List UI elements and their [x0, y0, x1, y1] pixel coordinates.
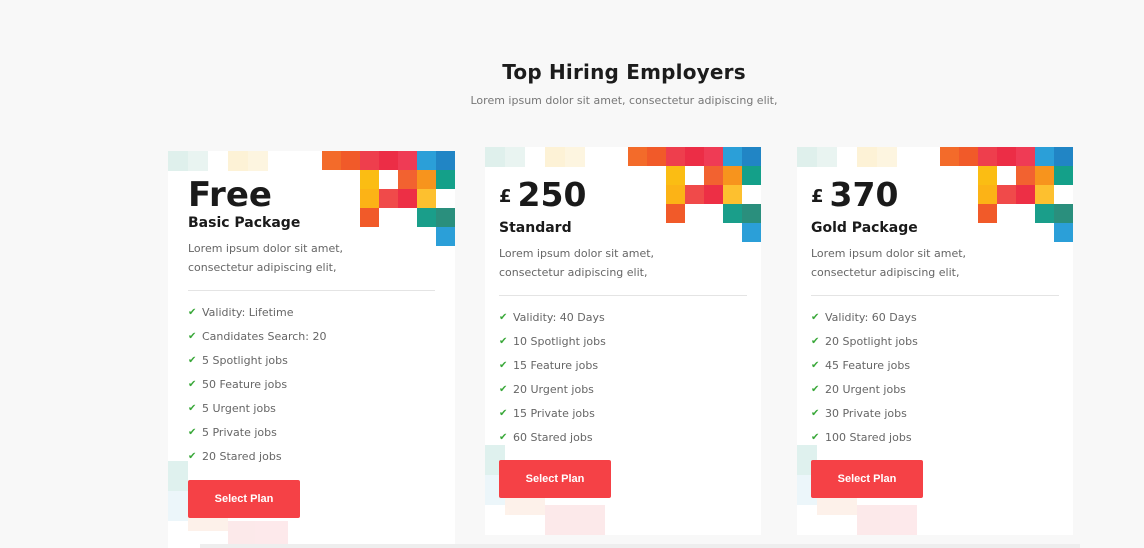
feature-item: ✔ 5 Spotlight jobs [188, 349, 326, 373]
feature-item: ✔ 50 Feature jobs [188, 373, 326, 397]
decorative-pixels-top-left [485, 147, 615, 167]
currency-symbol: £ [499, 186, 512, 207]
plan-name: Standard [499, 220, 572, 236]
feature-list: ✔ Validity: Lifetime ✔ Candidates Search: … [188, 301, 326, 469]
check-icon: ✔ [499, 432, 508, 443]
select-plan-button[interactable]: Select Plan [499, 460, 611, 498]
feature-item: ✔ 20 Stared jobs [188, 445, 326, 469]
feature-item: ✔ 45 Feature jobs [811, 354, 918, 378]
section-subtitle: Lorem ipsum dolor sit amet, consectetur … [470, 94, 778, 107]
feature-item: ✔ Validity: 40 Days [499, 306, 606, 330]
select-plan-button[interactable]: Select Plan [188, 480, 300, 518]
plan-price: £370 [811, 175, 898, 214]
feature-item: ✔ 20 Urgent jobs [499, 378, 606, 402]
decorative-pixels-top-left [797, 147, 927, 167]
feature-item: ✔ 10 Spotlight jobs [499, 330, 606, 354]
feature-item: ✔ 15 Private jobs [499, 402, 606, 426]
check-icon: ✔ [188, 427, 197, 438]
section-title: Top Hiring Employers [502, 60, 746, 84]
check-icon: ✔ [811, 408, 820, 419]
check-icon: ✔ [811, 360, 820, 371]
check-icon: ✔ [811, 312, 820, 323]
check-icon: ✔ [499, 336, 508, 347]
feature-item: ✔ 20 Urgent jobs [811, 378, 918, 402]
decorative-pixels-top-right [295, 151, 455, 251]
plan-name: Basic Package [188, 215, 301, 231]
feature-item: ✔ Validity: 60 Days [811, 306, 918, 330]
check-icon: ✔ [499, 384, 508, 395]
decorative-pixels-top-right [601, 147, 761, 247]
check-icon: ✔ [811, 432, 820, 443]
check-icon: ✔ [188, 379, 197, 390]
plan-description: Lorem ipsum dolor sit amet, consectetur … [188, 242, 344, 274]
feature-item: ✔ 5 Private jobs [188, 421, 326, 445]
plan-description: Lorem ipsum dolor sit amet, consectetur … [499, 247, 655, 279]
check-icon: ✔ [188, 451, 197, 462]
check-icon: ✔ [188, 403, 197, 414]
decorative-pixels-top-right [913, 147, 1073, 247]
check-icon: ✔ [499, 312, 508, 323]
decorative-pixels-top-left [168, 151, 298, 171]
feature-item: ✔ 5 Urgent jobs [188, 397, 326, 421]
check-icon: ✔ [188, 331, 197, 342]
pricing-card-free: Free Basic Package Lorem ipsum dolor sit… [168, 151, 455, 548]
plan-price: £250 [499, 175, 586, 214]
feature-item: ✔ 15 Feature jobs [499, 354, 606, 378]
divider [499, 295, 747, 296]
feature-item: ✔ 60 Stared jobs [499, 426, 606, 450]
plan-name: Gold Package [811, 220, 918, 236]
feature-list: ✔ Validity: 40 Days ✔ 10 Spotlight jobs ✔ 1… [499, 306, 606, 450]
plan-amount: 250 [517, 175, 587, 214]
feature-item: ✔ Validity: Lifetime [188, 301, 326, 325]
check-icon: ✔ [188, 355, 197, 366]
check-icon: ✔ [499, 360, 508, 371]
feature-item: ✔ 100 Stared jobs [811, 426, 918, 450]
feature-item: ✔ 30 Private jobs [811, 402, 918, 426]
check-icon: ✔ [188, 307, 197, 318]
pricing-card-gold: £370 Gold Package Lorem ipsum dolor sit … [797, 147, 1073, 535]
divider [811, 295, 1059, 296]
check-icon: ✔ [811, 384, 820, 395]
check-icon: ✔ [811, 336, 820, 347]
feature-item: ✔ 20 Spotlight jobs [811, 330, 918, 354]
divider [188, 290, 435, 291]
feature-item: ✔ Candidates Search: 20 [188, 325, 326, 349]
pricing-card-standard: £250 Standard Lorem ipsum dolor sit amet… [485, 147, 761, 535]
select-plan-button[interactable]: Select Plan [811, 460, 923, 498]
check-icon: ✔ [499, 408, 508, 419]
currency-symbol: £ [811, 186, 824, 207]
plan-price: Free [188, 175, 272, 215]
feature-list: ✔ Validity: 60 Days ✔ 20 Spotlight jobs ✔ 4… [811, 306, 918, 450]
section-bottom-edge [200, 544, 1080, 548]
plan-amount: 370 [829, 175, 899, 214]
plan-description: Lorem ipsum dolor sit amet, consectetur … [811, 247, 967, 279]
